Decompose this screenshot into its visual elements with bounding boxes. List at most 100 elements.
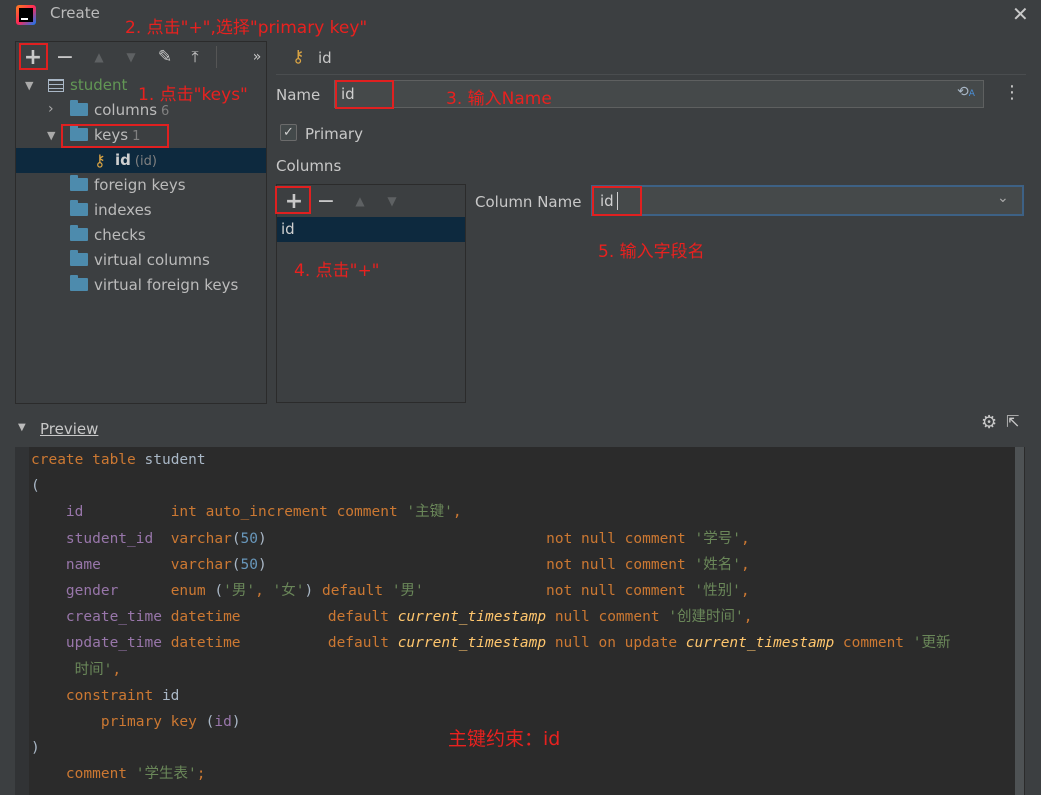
code-token: '男'	[223, 583, 256, 599]
folder-icon	[70, 250, 88, 266]
collapse-triangle-icon[interactable]: ▼	[18, 422, 26, 433]
tree-item-sub: (id)	[134, 154, 157, 169]
annotation-step-5: 5. 输入字段名	[598, 242, 705, 262]
name-label: Name	[276, 86, 321, 104]
code-token: '学生表'	[135, 766, 197, 783]
tree: ▼ student › columns 6 ▼ keys 1 ⚷ id (id) fo…	[16, 73, 266, 373]
tree-item-virtual-columns[interactable]: virtual columns	[16, 248, 266, 273]
code-token: datetime	[170, 635, 241, 652]
column-list-item[interactable]: id	[277, 217, 465, 242]
code-token: create_time	[65, 609, 162, 626]
code-token: )	[304, 583, 322, 599]
code-token: enum	[170, 583, 215, 599]
code-token: (	[214, 583, 224, 599]
chevron-down-icon[interactable]: ▼	[25, 73, 33, 98]
code-token: )	[231, 714, 241, 730]
code-token: not null comment	[546, 530, 695, 547]
code-token: ,	[452, 504, 462, 521]
code-token: 50	[240, 556, 258, 573]
promote-icon[interactable]: ⤒	[184, 45, 206, 69]
annotation-step-2: 2. 点击"+",选择"primary key"	[125, 18, 368, 38]
close-icon[interactable]: ✕	[1012, 2, 1029, 26]
code-token: varchar	[170, 530, 232, 547]
tree-item-label: indexes	[94, 201, 152, 219]
chevron-down-icon[interactable]: ▼	[47, 123, 55, 148]
highlight-column-name	[592, 186, 642, 216]
remove-icon[interactable]: −	[54, 45, 76, 70]
code-line: create_time datetime default current_tim…	[31, 604, 753, 630]
remove-column-icon[interactable]: −	[315, 189, 337, 214]
code-token: current_timestamp	[397, 635, 547, 652]
code-line: constraint id	[31, 683, 180, 709]
code-line: primary key (id)	[31, 709, 241, 735]
key-icon: ⚷	[94, 151, 106, 170]
code-token: (	[31, 478, 40, 495]
more-icon[interactable]: »	[248, 45, 266, 69]
tree-item-key-id[interactable]: ⚷ id (id)	[16, 148, 266, 173]
code-token: default	[327, 635, 398, 652]
code-token: 50	[240, 530, 259, 547]
code-token: '创建时间'	[668, 609, 744, 626]
kebab-menu-icon[interactable]: ⋮	[1003, 82, 1021, 104]
primary-label: Primary	[305, 125, 363, 143]
code-token: default	[321, 583, 392, 599]
editor-scrollbar[interactable]	[1015, 447, 1024, 795]
open-external-icon[interactable]: ⇱	[1006, 412, 1019, 431]
code-token: '性别'	[694, 583, 741, 599]
code-token: '主键'	[406, 504, 453, 521]
chevron-down-icon[interactable]: ⌄	[997, 190, 1009, 206]
code-token: create table	[31, 452, 145, 468]
name-input[interactable]: id ⟲A	[334, 80, 984, 108]
code-token: ,	[255, 583, 273, 599]
code-token: not null comment	[546, 583, 695, 599]
code-token: null on update	[554, 635, 686, 652]
move-up-icon[interactable]: ▲	[88, 45, 110, 69]
tree-item-checks[interactable]: checks	[16, 223, 266, 248]
translate-icon[interactable]: ⟲A	[957, 84, 975, 100]
highlight-add-column	[275, 186, 311, 214]
code-token: '女'	[272, 583, 305, 599]
move-down-icon[interactable]: ▼	[120, 45, 142, 69]
toolbar-separator	[216, 46, 217, 68]
tree-item-virtual-foreign-keys[interactable]: virtual foreign keys	[16, 273, 266, 298]
app-logo-icon	[16, 5, 36, 25]
code-line: )	[31, 735, 40, 761]
code-token: student	[144, 452, 206, 468]
detail-title: id	[318, 49, 332, 67]
folder-icon	[70, 175, 88, 191]
code-line: 时间',	[31, 657, 121, 683]
edit-icon[interactable]: ✎	[154, 45, 176, 69]
code-token: )	[258, 530, 267, 547]
code-token: comment	[65, 766, 136, 783]
code-token: '姓名'	[694, 556, 741, 573]
code-token: ,	[740, 530, 750, 547]
tree-item-indexes[interactable]: indexes	[16, 198, 266, 223]
column-name-combobox[interactable]: id ⌄	[591, 185, 1024, 216]
annotation-step-1: 1. 点击"keys"	[138, 85, 248, 105]
code-token: id	[161, 687, 180, 704]
primary-checkbox[interactable]: ✓	[280, 124, 297, 141]
tree-root-label: student	[70, 76, 128, 94]
gear-icon[interactable]: ⚙	[981, 412, 997, 433]
tree-item-label: checks	[94, 226, 146, 244]
chevron-right-icon[interactable]: ›	[48, 97, 54, 122]
code-token: null comment	[554, 609, 669, 626]
code-token: name	[65, 556, 101, 573]
tree-item-foreign-keys[interactable]: foreign keys	[16, 173, 266, 198]
tree-item-label: virtual columns	[94, 251, 210, 269]
code-token: datetime	[170, 609, 241, 626]
code-token: )	[258, 556, 267, 573]
move-up-icon[interactable]: ▲	[349, 189, 371, 213]
move-down-icon[interactable]: ▼	[381, 189, 403, 213]
header-divider	[276, 74, 1026, 75]
